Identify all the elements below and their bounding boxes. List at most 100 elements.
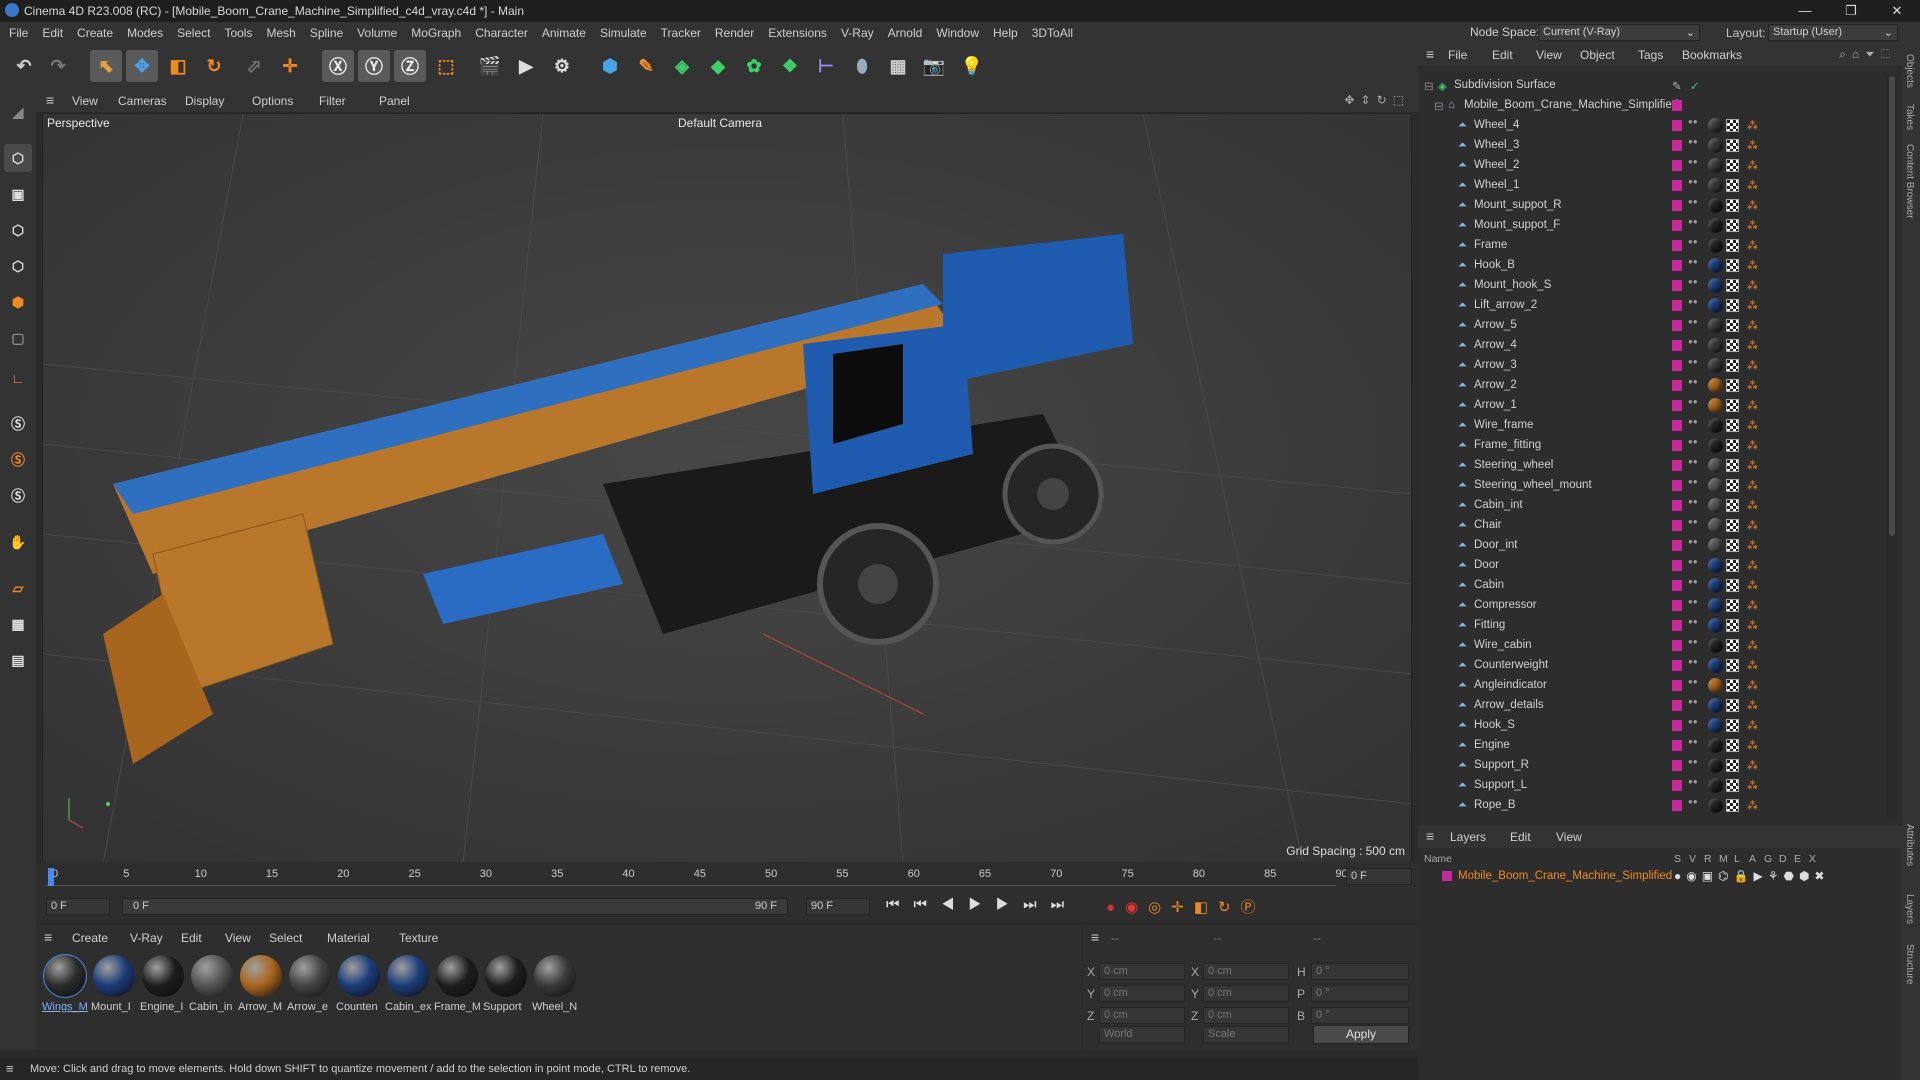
playback-controls[interactable]: ⏮⏮◀▶▶⏭⏭ — [886, 896, 1078, 913]
scale-tool-icon[interactable]: ◧ — [162, 50, 194, 82]
material-tag[interactable] — [1708, 278, 1723, 293]
vray-tag[interactable]: ⁂ — [1747, 639, 1758, 652]
uvw-tag[interactable] — [1726, 359, 1739, 372]
grid-icon[interactable]: ▦ — [4, 610, 32, 638]
visibility-dots[interactable]: ●● — [1688, 198, 1698, 212]
object-row[interactable]: ⏶ Arrow_5 ●● ⁂ — [1418, 316, 1886, 336]
viewport-menu-view[interactable]: View — [72, 94, 98, 108]
vray-tag[interactable]: ⁂ — [1747, 399, 1758, 412]
uvw-tag[interactable] — [1726, 239, 1739, 252]
uvw-tag[interactable] — [1726, 439, 1739, 452]
layers-menu-layers[interactable]: Layers — [1450, 830, 1486, 844]
layer-color-tag[interactable] — [1672, 320, 1682, 331]
object-row[interactable]: ⏶ Wheel_2 ●● ⁂ — [1418, 156, 1886, 176]
material-tag[interactable] — [1708, 438, 1723, 453]
menu-mograph[interactable]: MoGraph — [404, 22, 468, 44]
material-ball[interactable] — [338, 955, 380, 997]
object-row[interactable]: ⏶ Mount_suppot_F ●● ⁂ — [1418, 216, 1886, 236]
vray-tag[interactable]: ⁂ — [1747, 219, 1758, 232]
record-controls[interactable]: ●◉◎✛◧↻Ⓟ — [1106, 896, 1266, 917]
material-tag[interactable] — [1708, 518, 1723, 533]
axis-mode-icon[interactable]: ∟ — [4, 364, 32, 392]
layer-row[interactable]: Mobile_Boom_Crane_Machine_Simplified ●◉▣… — [1418, 868, 1902, 886]
edit-icon[interactable]: ✎ — [1672, 79, 1682, 93]
layer-color-tag[interactable] — [1672, 460, 1682, 471]
position-field[interactable]: 0 cm — [1099, 963, 1185, 980]
side-tab-attributes[interactable]: Attributes — [1904, 824, 1915, 866]
light-icon[interactable]: 💡 — [956, 50, 988, 82]
material-ball[interactable] — [387, 955, 429, 997]
material-tag[interactable] — [1708, 198, 1723, 213]
visibility-dots[interactable]: ●● — [1688, 138, 1698, 152]
visibility-dots[interactable]: ●● — [1688, 318, 1698, 332]
hamburger-menu-icon[interactable]: ≡ — [1091, 929, 1099, 945]
material-ball[interactable] — [534, 955, 576, 997]
objects-menu-file[interactable]: File — [1448, 48, 1467, 62]
layer-color-tag[interactable] — [1672, 220, 1682, 231]
visibility-dots[interactable]: ●● — [1688, 258, 1698, 272]
material-tag[interactable] — [1708, 538, 1723, 553]
camera-icon[interactable]: 📷 — [918, 50, 950, 82]
material-tag[interactable] — [1708, 418, 1723, 433]
viewport-nav-icons[interactable]: ✥⇕↻⬚ — [1344, 93, 1410, 107]
uvw-tag[interactable] — [1726, 159, 1739, 172]
menu-window[interactable]: Window — [929, 22, 986, 44]
vray-tag[interactable]: ⁂ — [1747, 459, 1758, 472]
uvw-tag[interactable] — [1726, 599, 1739, 612]
layer-color-tag[interactable] — [1672, 400, 1682, 411]
object-row[interactable]: ⏶ Support_R ●● ⁂ — [1418, 756, 1886, 776]
material-ball[interactable] — [93, 955, 135, 997]
material-tag[interactable] — [1708, 698, 1723, 713]
material-tag[interactable] — [1708, 478, 1723, 493]
object-row[interactable]: ⏶ Fitting ●● ⁂ — [1418, 616, 1886, 636]
playhead[interactable] — [48, 868, 54, 886]
workplane-icon[interactable]: ▱ — [4, 574, 32, 602]
menu-edit[interactable]: Edit — [35, 22, 70, 44]
y-axis-lock-icon[interactable]: Ⓨ — [358, 50, 390, 82]
menu-create[interactable]: Create — [70, 22, 120, 44]
layer-color-tag[interactable] — [1672, 360, 1682, 371]
vray-tag[interactable]: ⁂ — [1747, 779, 1758, 792]
visibility-dots[interactable]: ●● — [1688, 618, 1698, 632]
objects-menu-view[interactable]: View — [1536, 48, 1562, 62]
menu-character[interactable]: Character — [468, 22, 535, 44]
layer-color-tag[interactable] — [1672, 440, 1682, 451]
visibility-dots[interactable]: ●● — [1688, 458, 1698, 472]
uvw-tag[interactable] — [1726, 319, 1739, 332]
vray-tag[interactable]: ⁂ — [1747, 439, 1758, 452]
start-frame-field[interactable]: 0 F — [46, 898, 110, 915]
material-tag[interactable] — [1708, 738, 1723, 753]
vray-tag[interactable]: ⁂ — [1747, 479, 1758, 492]
layer-color-tag[interactable] — [1672, 620, 1682, 631]
visibility-dots[interactable]: ●● — [1688, 158, 1698, 172]
coordinate-tool-icon[interactable]: ✛ — [274, 50, 306, 82]
uvw-tag[interactable] — [1726, 199, 1739, 212]
visibility-dots[interactable]: ●● — [1688, 718, 1698, 732]
current-frame-field[interactable]: 0 F — [1346, 868, 1412, 885]
layer-color-tag[interactable] — [1672, 680, 1682, 691]
material-menu-select[interactable]: Select — [269, 931, 302, 945]
z-axis-lock-icon[interactable]: Ⓩ — [394, 50, 426, 82]
material-tag[interactable] — [1708, 678, 1723, 693]
visibility-dots[interactable]: ●● — [1688, 438, 1698, 452]
hamburger-menu-icon[interactable]: ≡ — [6, 1061, 14, 1076]
visibility-dots[interactable]: ●● — [1688, 798, 1698, 812]
vray-tag[interactable]: ⁂ — [1747, 559, 1758, 572]
object-row[interactable]: ⏶ Cabin_int ●● ⁂ — [1418, 496, 1886, 516]
uvw-tag[interactable] — [1726, 179, 1739, 192]
floor-icon[interactable]: ▦ — [882, 50, 914, 82]
hamburger-menu-icon[interactable]: ≡ — [46, 92, 54, 108]
size-field[interactable]: 0 cm — [1203, 963, 1289, 980]
material-menu-create[interactable]: Create — [72, 931, 108, 945]
uvw-tag[interactable] — [1726, 639, 1739, 652]
visibility-dots[interactable]: ●● — [1688, 698, 1698, 712]
vray-tag[interactable]: ⁂ — [1747, 579, 1758, 592]
visibility-dots[interactable]: ●● — [1688, 738, 1698, 752]
vray-tag[interactable]: ⁂ — [1747, 299, 1758, 312]
layer-color-tag[interactable] — [1672, 280, 1682, 291]
object-row[interactable]: ⏶ Arrow_details ●● ⁂ — [1418, 696, 1886, 716]
visibility-dots[interactable]: ●● — [1688, 418, 1698, 432]
position-field[interactable]: 0 cm — [1099, 1007, 1185, 1024]
vray-tag[interactable]: ⁂ — [1747, 159, 1758, 172]
vray-tag[interactable]: ⁂ — [1747, 619, 1758, 632]
